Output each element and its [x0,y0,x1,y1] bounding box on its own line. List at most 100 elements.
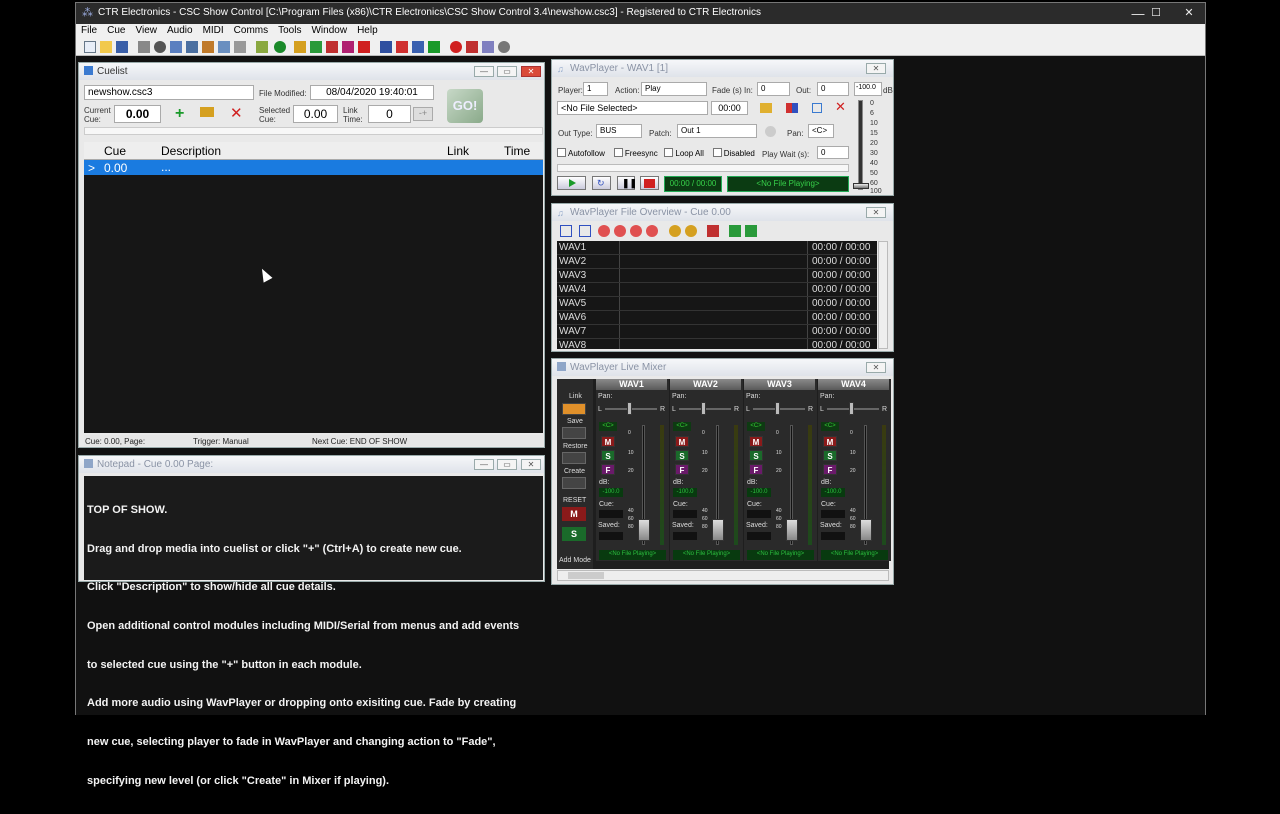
delete-cue-icon[interactable]: ✕ [230,104,243,122]
maximize-button[interactable]: ☐ [1139,5,1173,22]
menu-view[interactable]: View [130,24,162,36]
volume-fader-knob[interactable] [853,183,869,189]
cuelist-maximize-button[interactable]: ▭ [497,66,517,77]
list-item[interactable]: WAV6 00:00 / 00:00 [557,311,877,325]
notepad-maximize-button[interactable]: ▭ [497,459,517,470]
down-arrow-icon[interactable] [707,225,719,237]
zoom-out-icon[interactable] [685,225,697,237]
file-select-field[interactable]: <No File Selected> [557,101,708,115]
stop-icon[interactable] [646,225,658,237]
fade-out-field[interactable]: 0 [817,82,849,96]
next-icon[interactable] [412,41,424,53]
master-solo-button[interactable]: S [562,527,586,541]
fade-button[interactable]: F [823,464,837,475]
level-fader-knob[interactable] [712,519,724,541]
selected-cue-field[interactable]: 0.00 [293,105,338,123]
open-file-icon[interactable] [760,103,772,113]
gear-icon[interactable] [154,41,166,53]
info-icon[interactable] [498,41,510,53]
pan-slider-knob[interactable] [701,402,706,415]
go-icon[interactable] [274,41,286,53]
open-folder-icon[interactable] [100,41,112,53]
list-item[interactable]: WAV7 00:00 / 00:00 [557,325,877,339]
play-icon[interactable] [428,41,440,53]
solo-button[interactable]: S [823,450,837,461]
list-item[interactable]: WAV5 00:00 / 00:00 [557,297,877,311]
tools-icon[interactable] [202,41,214,53]
restore-button[interactable] [562,452,586,464]
list-item[interactable]: WAV2 00:00 / 00:00 [557,255,877,269]
stop-icon[interactable] [614,225,626,237]
notepad-close-button[interactable]: ✕ [521,459,541,470]
cancel-icon[interactable] [466,41,478,53]
window-icon[interactable] [218,41,230,53]
comms-icon[interactable] [358,41,370,53]
align-left-icon[interactable] [729,225,741,237]
settings-icon[interactable] [186,41,198,53]
pan-slider-knob[interactable] [849,402,854,415]
list-item[interactable]: WAV8 00:00 / 00:00 [557,339,877,349]
level-fader-knob[interactable] [638,519,650,541]
save-icon[interactable] [116,41,128,53]
pan-slider-knob[interactable] [775,402,780,415]
overview-scrollbar[interactable] [878,241,888,349]
show-filename-field[interactable]: newshow.csc3 [84,85,254,100]
panic-icon[interactable] [450,41,462,53]
import-icon[interactable] [256,41,268,53]
menu-audio[interactable]: Audio [162,24,198,36]
new-file-icon[interactable] [84,41,96,53]
cuelist-minimize-button[interactable]: — [474,66,494,77]
notepad-minimize-button[interactable]: — [474,459,494,470]
column-time[interactable]: Time [504,144,530,158]
level-field[interactable]: -100.0 [854,82,882,96]
mixer-scrollbar[interactable] [557,570,889,581]
solo-button[interactable]: S [749,450,763,461]
stop-icon[interactable] [396,41,408,53]
lock-icon[interactable] [380,41,392,53]
link-button[interactable] [562,403,586,415]
midi-icon[interactable] [342,41,354,53]
pan-field[interactable]: <C> [808,124,834,138]
menu-midi[interactable]: MIDI [198,24,229,36]
pause-button[interactable]: ❚❚ [617,176,637,190]
print-icon[interactable] [138,41,150,53]
pan-slider-knob[interactable] [627,402,632,415]
mute-button[interactable]: M [601,436,615,447]
link-time-stepper[interactable]: -+ [413,107,433,121]
autofollow-checkbox[interactable]: Autofollow [557,148,605,158]
stop-all-icon[interactable] [598,225,610,237]
patch-select[interactable]: Out 1 [677,124,757,138]
menu-window[interactable]: Window [306,24,352,36]
go-button[interactable]: GO! [447,89,483,123]
stop-button[interactable] [640,176,659,190]
fade-button[interactable]: F [749,464,763,475]
level-fader-knob[interactable] [860,519,872,541]
fade-button[interactable]: F [675,464,689,475]
current-cue-field[interactable]: 0.00 [114,105,161,123]
close-button[interactable]: ✕ [1172,5,1206,22]
overview-close-button[interactable]: ✕ [866,207,886,218]
freesync-checkbox[interactable]: Freesync [613,148,658,158]
fade-button[interactable]: F [601,464,615,475]
align-justify-icon[interactable] [745,225,757,237]
solo-button[interactable]: S [675,450,689,461]
mute-button[interactable]: M [749,436,763,447]
insert-cue-icon[interactable] [200,107,214,117]
save-button[interactable] [562,427,586,439]
view-icon[interactable] [560,225,572,237]
table-row[interactable]: > 0.00 ... [84,160,543,175]
menu-help[interactable]: Help [352,24,383,36]
menu-cue[interactable]: Cue [102,24,130,36]
play-button[interactable] [557,176,586,190]
zoom-in-icon[interactable] [669,225,681,237]
player-icon[interactable] [310,41,322,53]
menu-tools[interactable]: Tools [273,24,306,36]
mixer-close-button[interactable]: ✕ [866,362,886,373]
clear-file-icon[interactable]: ✕ [835,99,846,115]
volume-fader-track[interactable] [858,100,863,190]
sync-icon[interactable] [482,41,494,53]
player-stepper[interactable]: 1 [583,82,608,96]
record-icon[interactable] [326,41,338,53]
monitor-icon[interactable] [765,126,776,137]
list-item[interactable]: WAV1 00:00 / 00:00 [557,241,877,255]
